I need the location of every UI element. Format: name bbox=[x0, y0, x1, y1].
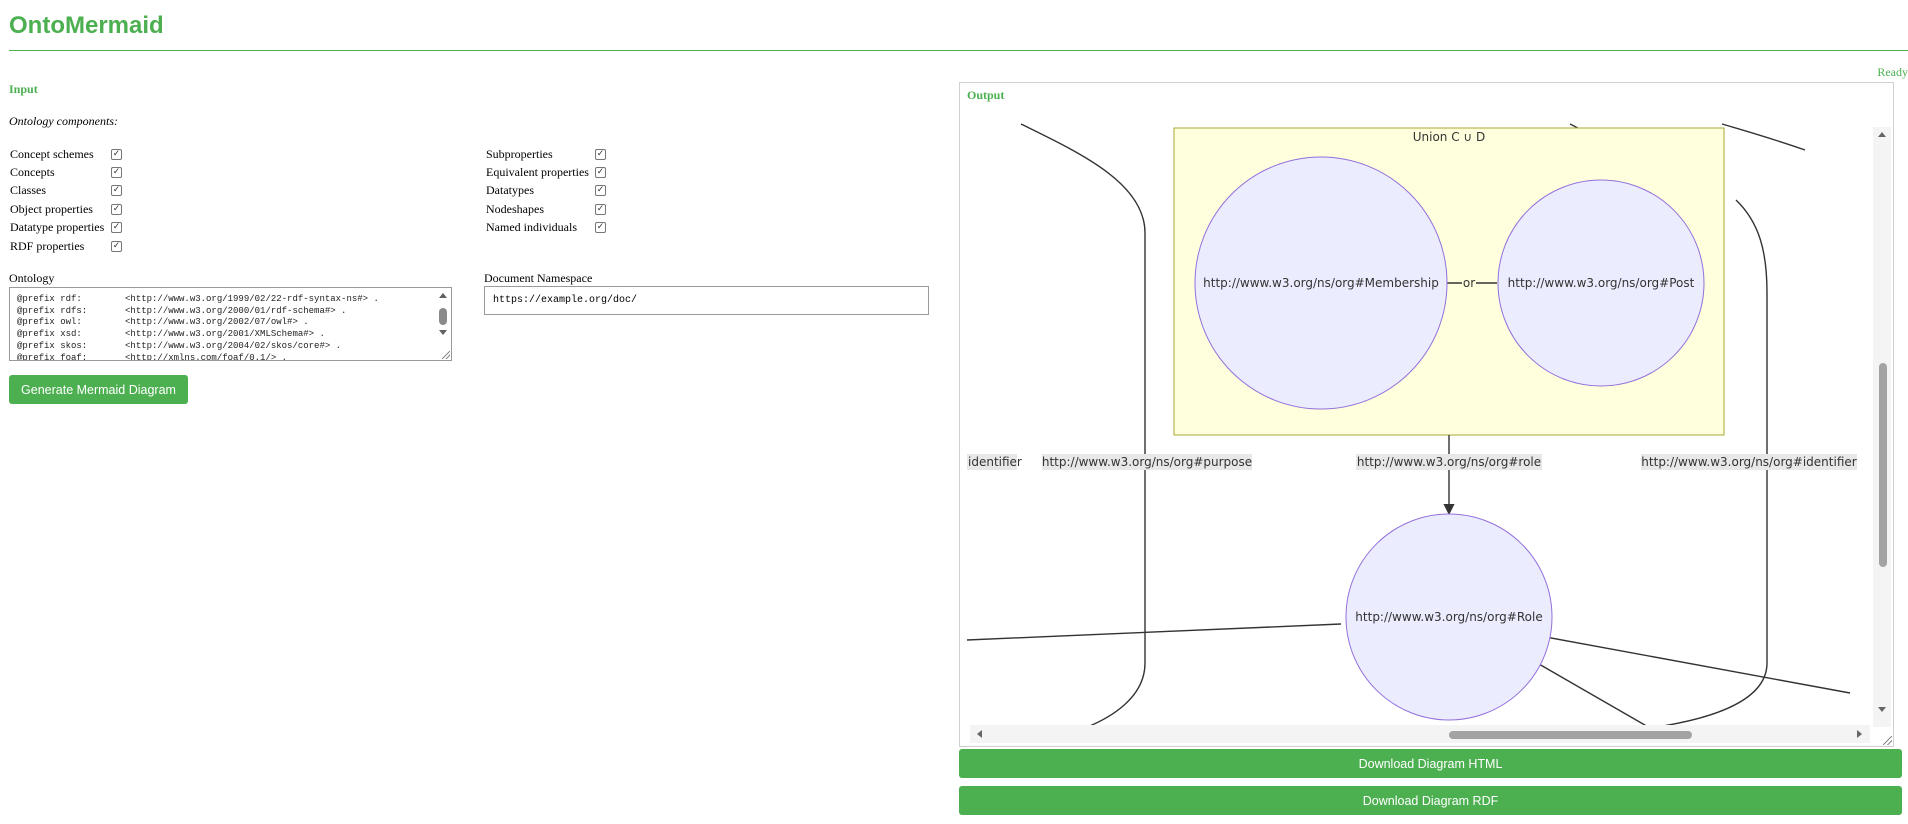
component-datatypes: Datatypes ✓ bbox=[486, 182, 606, 200]
resize-grip-icon[interactable] bbox=[1883, 736, 1892, 745]
edge-label-identifier-right: http://www.w3.org/ns/org#identifier bbox=[1641, 455, 1856, 469]
edge-label-role: http://www.w3.org/ns/org#role bbox=[1357, 455, 1541, 469]
component-concept-schemes: Concept schemes ✓ bbox=[10, 145, 122, 163]
equivalent-properties-checkbox[interactable]: ✓ bbox=[595, 167, 606, 179]
download-html-button[interactable]: Download Diagram HTML bbox=[959, 749, 1902, 778]
namespace-label: Document Namespace bbox=[484, 271, 593, 285]
checkbox-label: Subproperties bbox=[486, 146, 553, 161]
output-panel: Output Union C ∪ D or http://www.w3.org/… bbox=[959, 82, 1894, 747]
namespace-input[interactable]: https://example.org/doc/ bbox=[484, 286, 929, 315]
components-label: Ontology components: bbox=[9, 114, 118, 128]
scroll-up-icon[interactable] bbox=[1878, 132, 1886, 137]
or-label: or bbox=[1463, 276, 1475, 290]
component-equivalent-properties: Equivalent properties ✓ bbox=[486, 163, 606, 181]
edge-line bbox=[1524, 655, 1651, 729]
scroll-left-icon[interactable] bbox=[977, 730, 982, 738]
node-membership-label: http://www.w3.org/ns/org#Membership bbox=[1203, 276, 1439, 290]
mermaid-diagram: Union C ∪ D or http://www.w3.org/ns/org#… bbox=[966, 123, 1857, 729]
scrollbar-thumb[interactable] bbox=[1449, 731, 1692, 739]
checkbox-label: Datatype properties bbox=[10, 220, 105, 235]
scroll-down-icon[interactable] bbox=[1878, 707, 1886, 712]
component-named-individuals: Named individuals ✓ bbox=[486, 219, 606, 237]
scroll-right-icon[interactable] bbox=[1857, 730, 1862, 738]
ontology-scrollbar[interactable] bbox=[435, 288, 451, 360]
checkbox-label: Named individuals bbox=[486, 220, 577, 235]
named-individuals-checkbox[interactable]: ✓ bbox=[595, 222, 606, 234]
component-nodeshapes: Nodeshapes ✓ bbox=[486, 200, 606, 218]
download-rdf-button[interactable]: Download Diagram RDF bbox=[959, 786, 1902, 815]
edge-line bbox=[1721, 123, 1806, 151]
node-role-label: http://www.w3.org/ns/org#Role bbox=[1355, 610, 1542, 624]
scrollbar-thumb[interactable] bbox=[1879, 363, 1887, 567]
union-label: Union C ∪ D bbox=[1413, 130, 1486, 144]
checkbox-label: Concept schemes bbox=[10, 146, 94, 161]
component-concepts: Concepts ✓ bbox=[10, 163, 122, 181]
scrollbar-thumb[interactable] bbox=[439, 308, 447, 325]
components-left-column: Concept schemes ✓ Concepts ✓ Classes ✓ O… bbox=[10, 145, 122, 255]
classes-checkbox[interactable]: ✓ bbox=[111, 185, 122, 197]
component-object-properties: Object properties ✓ bbox=[10, 200, 122, 218]
ontology-text: @prefix rdf: <http://www.w3.org/1999/02/… bbox=[17, 294, 379, 361]
scroll-down-icon[interactable] bbox=[439, 330, 447, 335]
datatype-properties-checkbox[interactable]: ✓ bbox=[111, 222, 122, 234]
nodeshapes-checkbox[interactable]: ✓ bbox=[595, 203, 606, 215]
app-title: OntoMermaid bbox=[9, 12, 164, 39]
checkbox-label: Datatypes bbox=[486, 183, 534, 198]
components-right-column: Subproperties ✓ Equivalent properties ✓ … bbox=[486, 145, 606, 237]
scroll-up-icon[interactable] bbox=[439, 293, 447, 298]
generate-diagram-button[interactable]: Generate Mermaid Diagram bbox=[9, 375, 188, 404]
object-properties-checkbox[interactable]: ✓ bbox=[111, 203, 122, 215]
resize-grip-icon[interactable] bbox=[442, 351, 450, 359]
node-post-label: http://www.w3.org/ns/org#Post bbox=[1508, 276, 1695, 290]
edge-line bbox=[966, 623, 1342, 641]
concept-schemes-checkbox[interactable]: ✓ bbox=[111, 148, 122, 160]
datatypes-checkbox[interactable]: ✓ bbox=[595, 185, 606, 197]
diagram-vertical-scrollbar[interactable] bbox=[1873, 127, 1891, 727]
rdf-properties-checkbox[interactable]: ✓ bbox=[111, 240, 122, 252]
concepts-checkbox[interactable]: ✓ bbox=[111, 167, 122, 179]
input-heading: Input bbox=[9, 82, 38, 96]
checkbox-label: Equivalent properties bbox=[486, 165, 589, 180]
ontology-label: Ontology bbox=[9, 271, 55, 285]
ontology-textarea[interactable]: @prefix rdf: <http://www.w3.org/1999/02/… bbox=[9, 287, 452, 361]
checkbox-label: RDF properties bbox=[10, 238, 85, 253]
status-text: Ready bbox=[1877, 65, 1908, 79]
checkbox-label: Object properties bbox=[10, 201, 93, 216]
component-classes: Classes ✓ bbox=[10, 182, 122, 200]
subproperties-checkbox[interactable]: ✓ bbox=[595, 148, 606, 160]
edge-line bbox=[1534, 634, 1851, 694]
title-divider bbox=[9, 50, 1908, 51]
diagram-horizontal-scrollbar[interactable] bbox=[970, 725, 1870, 743]
edge-label-purpose: http://www.w3.org/ns/org#purpose bbox=[1042, 455, 1252, 469]
edge-label-identifier-left: identifier bbox=[968, 455, 1022, 469]
component-rdf-properties: RDF properties ✓ bbox=[10, 237, 122, 255]
component-subproperties: Subproperties ✓ bbox=[486, 145, 606, 163]
checkbox-label: Nodeshapes bbox=[486, 201, 544, 216]
checkbox-label: Concepts bbox=[10, 165, 55, 180]
component-datatype-properties: Datatype properties ✓ bbox=[10, 219, 122, 237]
checkbox-label: Classes bbox=[10, 183, 46, 198]
